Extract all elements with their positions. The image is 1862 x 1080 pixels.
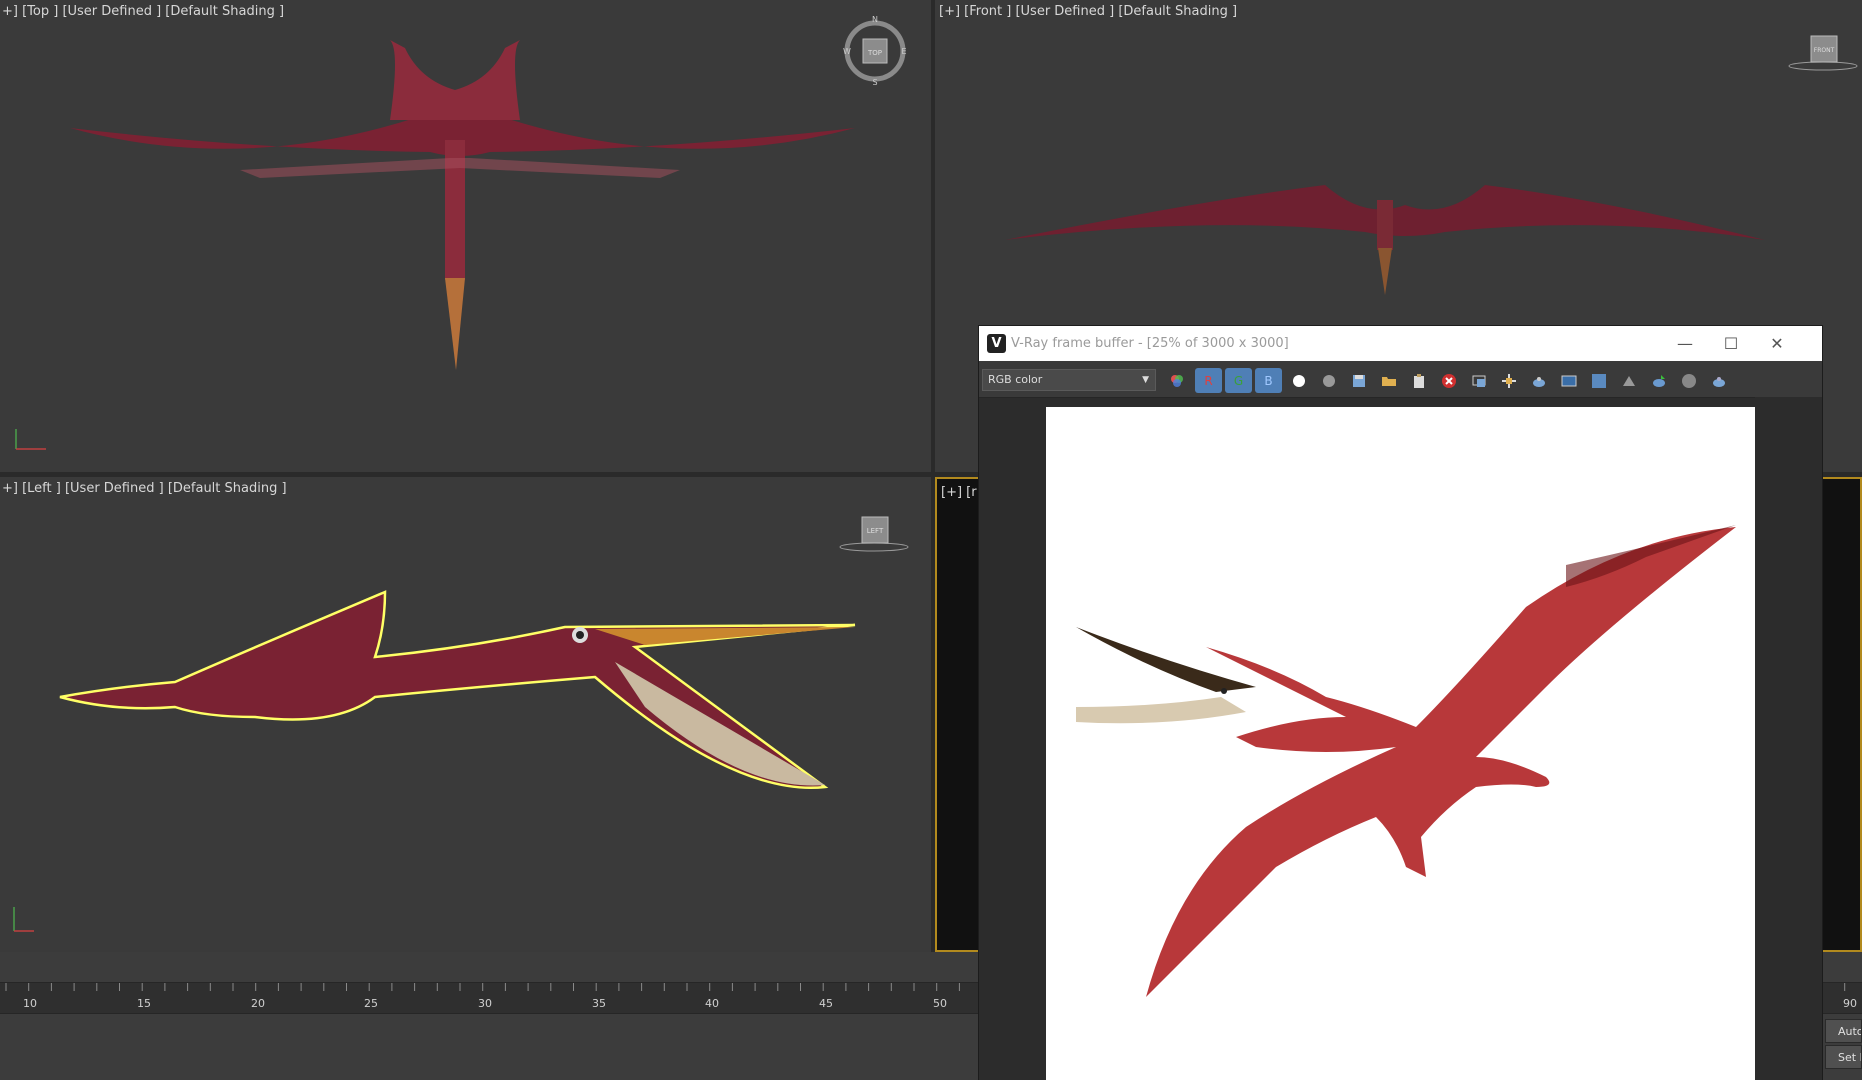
set-key-button[interactable]: Set K [1825, 1045, 1862, 1069]
pterosaur-top-model[interactable] [60, 40, 860, 440]
render-teapot-icon[interactable] [1525, 368, 1552, 393]
lens-effects-icon[interactable] [1615, 368, 1642, 393]
pterosaur-render [1076, 525, 1736, 997]
channel-select[interactable]: RGB color ▼ [982, 369, 1156, 391]
blue-channel-button[interactable]: B [1255, 368, 1282, 393]
track-mouse-icon[interactable] [1495, 368, 1522, 393]
white-circle-icon[interactable] [1285, 368, 1312, 393]
frame-buffer-titlebar[interactable]: V V-Ray frame buffer - [25% of 3000 x 30… [979, 326, 1822, 361]
viewport-left-label[interactable]: +] [Left ] [User Defined ] [Default Shad… [2, 481, 287, 496]
clipboard-icon[interactable] [1405, 368, 1432, 393]
clear-icon[interactable] [1435, 368, 1462, 393]
chevron-down-icon: ▼ [1142, 375, 1149, 385]
red-channel-button[interactable]: R [1195, 368, 1222, 393]
lut-icon[interactable] [1555, 368, 1582, 393]
tick-label: 20 [251, 997, 265, 1010]
auto-key-button[interactable]: Auto [1825, 1019, 1862, 1043]
close-button[interactable]: ✕ [1754, 326, 1800, 361]
axis-gizmo-left [13, 907, 34, 932]
gray-circle-icon[interactable] [1315, 368, 1342, 393]
minimize-button[interactable]: — [1662, 326, 1708, 361]
stop-icon[interactable] [1675, 368, 1702, 393]
viewcube-front-face: FRONT [1814, 47, 1835, 54]
vray-frame-buffer-window[interactable]: V V-Ray frame buffer - [25% of 3000 x 30… [979, 326, 1822, 1080]
tick-label: 35 [592, 997, 606, 1010]
viewcube-left[interactable]: LEFT [836, 511, 912, 555]
teapot-icon[interactable] [1705, 368, 1732, 393]
frame-buffer-side-panel [1755, 397, 1822, 1080]
compass-e: E [901, 47, 906, 56]
green-channel-button[interactable]: G [1225, 368, 1252, 393]
viewport-perspective-label[interactable]: [+] [r [941, 485, 977, 500]
tick-label: 25 [364, 997, 378, 1010]
tick-label: 10 [23, 997, 37, 1010]
zoom-icon[interactable] [1585, 368, 1612, 393]
frame-buffer-title: V-Ray frame buffer - [25% of 3000 x 3000… [1011, 336, 1289, 351]
tick-label: 40 [705, 997, 719, 1010]
tick-label: 90 [1843, 997, 1857, 1010]
axis-gizmo-top [15, 429, 46, 450]
viewport-top[interactable]: +] [Top ] [User Defined ] [Default Shadi… [0, 0, 931, 472]
viewport-top-label[interactable]: +] [Top ] [User Defined ] [Default Shadi… [2, 4, 284, 19]
frame-buffer-toolbar: RGB color ▼ R G B [979, 361, 1822, 398]
pterosaur-front-model[interactable] [1005, 160, 1765, 300]
vray-logo-icon: V [987, 334, 1006, 353]
maximize-button[interactable]: ☐ [1708, 326, 1754, 361]
compass-s: S [872, 78, 877, 87]
viewport-left[interactable]: +] [Left ] [User Defined ] [Default Shad… [0, 477, 931, 952]
channel-select-value: RGB color [988, 373, 1043, 386]
viewcube-front[interactable]: FRONT [1785, 30, 1861, 74]
color-channels-icon[interactable] [1163, 368, 1190, 393]
tick-label: 15 [137, 997, 151, 1010]
open-folder-icon[interactable] [1375, 368, 1402, 393]
compass-n: N [872, 15, 878, 24]
render-icon[interactable] [1645, 368, 1672, 393]
pterosaur-left-model[interactable] [55, 587, 875, 847]
tick-label: 30 [478, 997, 492, 1010]
tick-label: 45 [819, 997, 833, 1010]
region-icon[interactable] [1465, 368, 1492, 393]
tick-label: 50 [933, 997, 947, 1010]
viewcube-left-face: LEFT [867, 527, 884, 535]
viewcube-top-face: TOP [867, 49, 882, 57]
viewport-front-label[interactable]: [+] [Front ] [User Defined ] [Default Sh… [939, 4, 1237, 19]
save-icon[interactable] [1345, 368, 1372, 393]
render-image[interactable] [1046, 407, 1755, 1080]
